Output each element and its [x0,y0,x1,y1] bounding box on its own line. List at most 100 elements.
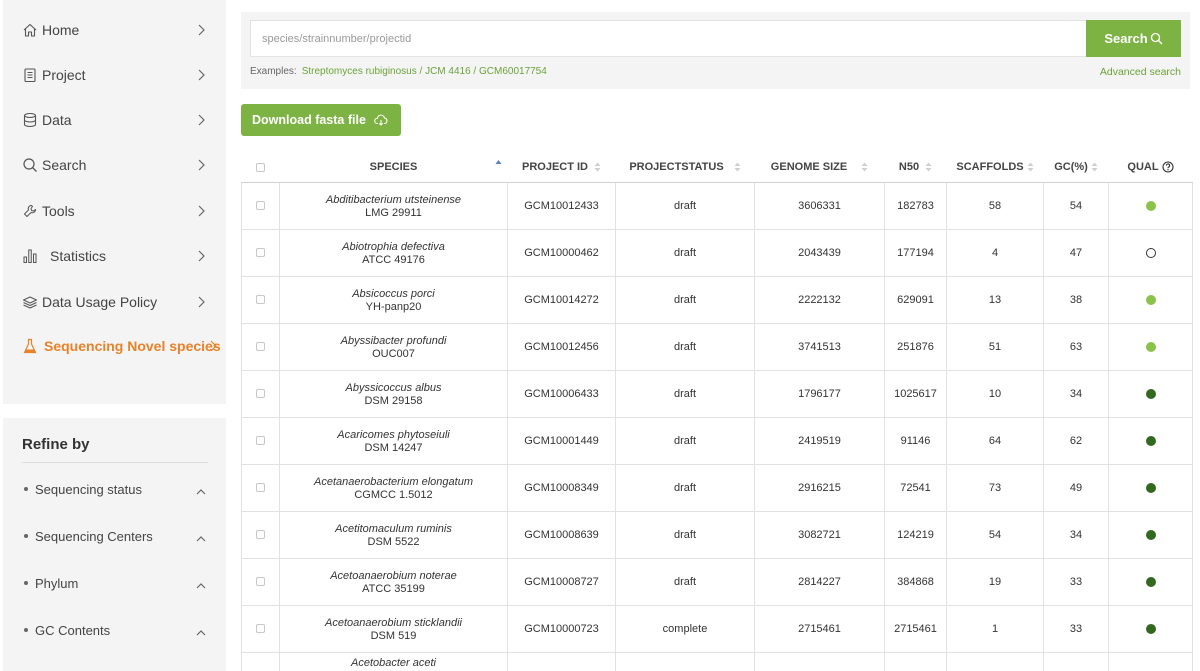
row-checkbox[interactable] [256,389,265,399]
refine-item-label: Sequencing status [35,481,142,497]
table-row[interactable]: Acetitomaculum ruminis DSM 5522 GCM1000863… [241,510,1193,559]
bullet [24,487,28,491]
cell-gc: 34 [1043,369,1109,418]
refine-item-sequencing-centers[interactable]: Sequencing Centers [3,521,226,551]
header-scaffolds[interactable]: SCAFFOLDS [946,153,1044,183]
cell-qual [1108,557,1193,606]
chevron-right-icon [195,249,207,263]
header-qual[interactable]: QUAL [1108,153,1193,183]
nav-item-data[interactable]: Data [3,98,226,142]
nav-item-project[interactable]: Project [3,53,226,97]
row-checkbox[interactable] [256,624,265,634]
header-genome-size[interactable]: GENOME SIZE [754,153,885,183]
sort-asc-icon [495,159,502,169]
species-name[interactable]: Acetanaerobacterium elongatum [280,476,507,489]
search-button[interactable]: Search [1086,20,1181,57]
table-body: Abditibacterium utsteinense LMG 29911 GCM1… [241,181,1193,671]
nav-item-home[interactable]: Home [3,8,226,52]
search-input[interactable] [250,20,1087,57]
row-checkbox[interactable] [256,530,265,540]
species-name[interactable]: Absicoccus porci [280,288,507,301]
cell-project-id[interactable]: GCM10008349 [507,463,616,512]
quality-dark-icon [1145,388,1156,399]
header-species[interactable]: SPECIES [279,153,508,183]
bullet [24,581,28,585]
database-icon [22,112,38,128]
cell-project-id[interactable]: GCM10006433 [507,369,616,418]
species-name[interactable]: Acetitomaculum ruminis [280,523,507,536]
species-name[interactable]: Acaricomes phytoseiuli [280,429,507,442]
refine-item-gc-contents[interactable]: GC Contents [3,615,226,645]
cell-project-id[interactable]: GCM10000723 [507,604,616,653]
refine-item-sequencing-status[interactable]: Sequencing status [3,474,226,504]
cell-project-id[interactable]: GCM10000462 [507,228,616,277]
row-checkbox[interactable] [256,201,265,211]
chevron-right-icon [195,23,207,37]
cell-n50: 72541 [884,463,947,512]
table-row[interactable]: Acaricomes phytoseiuli DSM 14247 GCM100014… [241,416,1193,465]
flask-icon [22,338,38,354]
cell-project-id[interactable]: GCM10001449 [507,416,616,465]
row-checkbox[interactable] [256,436,265,446]
strain-number: DSM 14247 [364,441,423,454]
row-checkbox[interactable] [256,483,265,493]
nav-item-label: Home [42,22,80,38]
nav-item-data-usage-policy[interactable]: Data Usage Policy [3,280,226,324]
search-icon [22,157,38,173]
cell-project-id[interactable]: GCM10014272 [507,275,616,324]
download-fasta-button[interactable]: Download fasta file [241,104,401,136]
cell-qual [1108,322,1193,371]
row-checkbox[interactable] [256,248,265,258]
species-name[interactable]: Abyssibacter profundi [280,335,507,348]
row-checkbox[interactable] [256,295,265,305]
row-checkbox[interactable] [256,342,265,352]
table-row[interactable]: Absicoccus porci YH-panp20 GCM10014272 draf… [241,275,1193,324]
cell-project-status: draft [615,416,755,465]
species-name[interactable]: Acetoanaerobium noterae [280,570,507,583]
nav-item-statistics[interactable]: Statistics [3,234,226,278]
table-row[interactable]: Acetobacter aceti [241,651,1193,671]
header-project-status[interactable]: PROJECTSTATUS [615,153,755,183]
species-name[interactable]: Acetoanaerobium sticklandii [280,617,507,630]
header-project-id[interactable]: PROJECT ID [507,153,616,183]
advanced-search-link[interactable]: Advanced search [1100,66,1181,78]
cell-project-id[interactable]: GCM10012456 [507,322,616,371]
bullet [24,628,28,632]
species-name[interactable]: Abiotrophia defectiva [280,241,507,254]
cell-project-id[interactable]: GCM10008639 [507,510,616,559]
refine-item-phylum[interactable]: Phylum [3,568,226,598]
table-row[interactable]: Abyssicoccus albus DSM 29158 GCM10006433 dr… [241,369,1193,418]
cell-species: Acetoanaerobium sticklandii DSM 519 [279,604,508,653]
row-checkbox[interactable] [256,577,265,587]
table-row[interactable]: Abditibacterium utsteinense LMG 29911 GCM1… [241,181,1193,230]
refine-item-label: Phylum [35,575,79,591]
header-gc[interactable]: GC(%) [1043,153,1109,183]
species-name[interactable]: Acetobacter aceti [280,657,507,670]
examples-link[interactable]: Streptomyces rubiginosus / JCM 4416 / GC… [302,66,547,77]
cell-project-id[interactable]: GCM10012433 [507,181,616,230]
nav-item-sequencing-novel-species[interactable]: Sequencing Novel species [3,324,226,368]
table-row[interactable]: Abyssibacter profundi OUC007 GCM10012456 dr… [241,322,1193,371]
species-name[interactable]: Abyssicoccus albus [280,382,507,395]
table-row[interactable]: Acetoanaerobium sticklandii DSM 519 GCM100… [241,604,1193,653]
chevron-right-icon [195,295,207,309]
table-row[interactable]: Acetoanaerobium noterae ATCC 35199 GCM1000… [241,557,1193,606]
help-icon[interactable] [1162,161,1174,173]
species-name[interactable]: Abditibacterium utsteinense [280,194,507,207]
strain-number: DSM 519 [370,629,417,642]
cell-species: Acetoanaerobium noterae ATCC 35199 [279,557,508,606]
header-n50[interactable]: N50 [884,153,947,183]
nav-item-search[interactable]: Search [3,143,226,187]
cell-genome-size: 3741513 [754,322,885,371]
nav-item-tools[interactable]: Tools [3,189,226,233]
table-row[interactable]: Abiotrophia defectiva ATCC 49176 GCM100004… [241,228,1193,277]
cell-gc [1043,651,1109,671]
cell-project-id[interactable]: GCM10008727 [507,557,616,606]
cell-scaffolds [946,651,1044,671]
sidebar: Home Project Data Search Tools Statistic… [0,0,226,671]
cell-gc: 47 [1043,228,1109,277]
table-row[interactable]: Acetanaerobacterium elongatum CGMCC 1.501… [241,463,1193,512]
nav-item-label: Data [42,112,72,128]
cell-scaffolds: 10 [946,369,1044,418]
select-all-checkbox[interactable] [256,162,265,172]
